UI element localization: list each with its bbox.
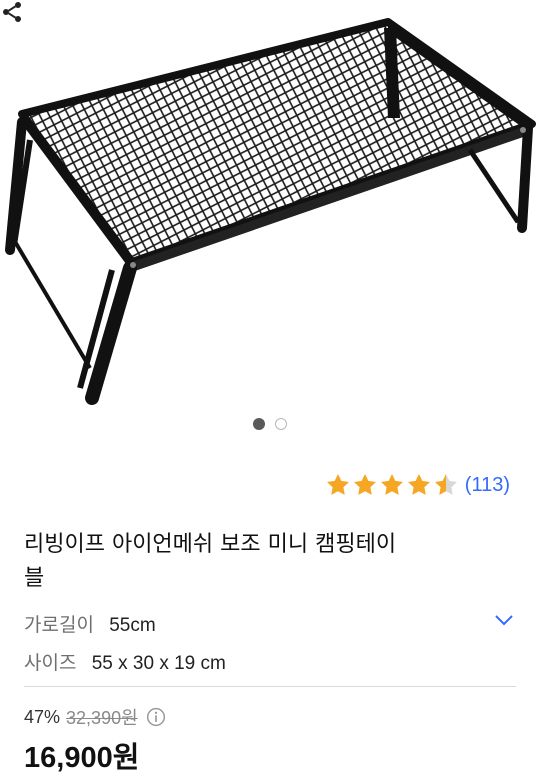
product-title: 리빙이프 아이언메쉬 보조 미니 캠핑테이블 bbox=[24, 532, 397, 591]
gallery-dot-1[interactable] bbox=[253, 418, 265, 430]
gallery-dot-2[interactable] bbox=[275, 418, 287, 430]
option-label: 사이즈 bbox=[24, 653, 77, 674]
product-rating[interactable]: (113) bbox=[325, 472, 510, 498]
option-row-width[interactable]: 가로길이 55cm bbox=[24, 610, 156, 637]
product-image-gallery[interactable] bbox=[0, 0, 540, 440]
star-full-icon bbox=[380, 473, 403, 495]
rating-stars bbox=[325, 472, 459, 498]
info-icon[interactable] bbox=[146, 707, 166, 727]
share-icon[interactable] bbox=[0, 0, 24, 24]
star-full-icon bbox=[407, 473, 430, 495]
sale-price: 16,900원 bbox=[24, 742, 140, 774]
option-value: 55cm bbox=[109, 615, 156, 636]
discount-row: 47% 32,390원 bbox=[24, 704, 166, 730]
divider bbox=[24, 686, 516, 687]
original-price: 32,390원 bbox=[66, 708, 138, 728]
star-full-icon bbox=[326, 473, 349, 495]
product-image bbox=[5, 18, 536, 405]
option-label: 가로길이 bbox=[24, 615, 94, 636]
gallery-pagination bbox=[0, 418, 540, 432]
star-full-icon bbox=[353, 473, 376, 495]
review-count[interactable]: (113) bbox=[465, 474, 510, 497]
option-row-size: 사이즈 55 x 30 x 19 cm bbox=[24, 648, 226, 675]
discount-rate: 47% bbox=[24, 706, 61, 727]
chevron-down-icon[interactable] bbox=[492, 608, 516, 632]
star-half-icon bbox=[434, 473, 457, 495]
option-value: 55 x 30 x 19 cm bbox=[91, 653, 226, 674]
